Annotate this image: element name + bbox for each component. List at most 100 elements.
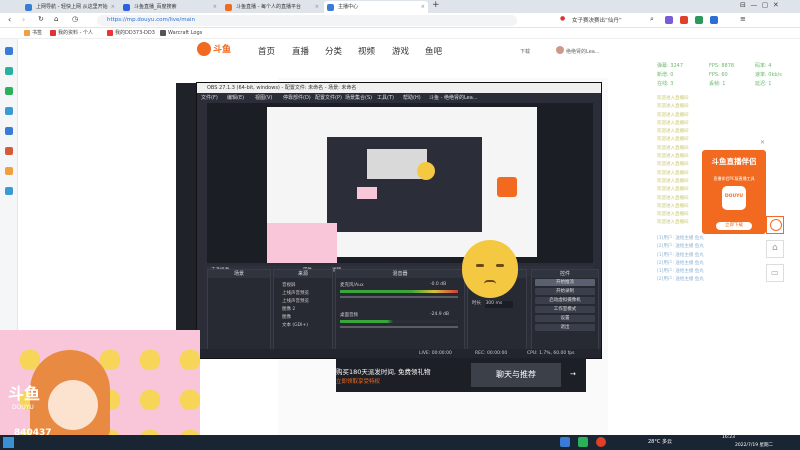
menu-docks[interactable]: 停靠部件(D)	[283, 93, 311, 103]
sidebar-icon[interactable]	[5, 87, 13, 95]
streamer-sticker: 斗鱼 DOUYU 840437	[0, 330, 200, 450]
tab-nav[interactable]: 上网导航 - 轻快上网 从这里开始 ×	[22, 1, 118, 13]
list-item: 欢迎进入直播间	[657, 96, 689, 101]
companion-promo[interactable]: 斗鱼直播伴侣 直播伴侣PC版直播工具 DOUYU 立即下载	[702, 150, 766, 234]
home-icon[interactable]: ⌂	[766, 240, 784, 258]
extension-icon[interactable]	[665, 16, 673, 24]
tab-studio[interactable]: 主播中心 ×	[324, 1, 428, 13]
sidebar-icon[interactable]	[5, 147, 13, 155]
volume-slider[interactable]	[340, 326, 458, 328]
volume-slider[interactable]	[340, 296, 458, 298]
tab-baidu[interactable]: 斗鱼直播_百度搜索 ×	[120, 1, 220, 13]
start-record-button[interactable]: 开始录制	[535, 288, 595, 295]
bookmark-item[interactable]: 书签	[24, 28, 42, 39]
menu-douyu[interactable]: 斗鱼 - 绝绝肾的Lea...	[429, 93, 478, 103]
sidebar-icon[interactable]	[5, 167, 13, 175]
close-icon[interactable]: ×	[111, 1, 115, 13]
address-bar[interactable]: https://mp.douyu.com/live/main	[97, 15, 517, 26]
clock-time[interactable]: 16:23	[722, 435, 735, 440]
extension-icon[interactable]	[680, 16, 688, 24]
nav-home[interactable]: 首页	[258, 45, 275, 57]
menu-file[interactable]: 文件(F)	[201, 93, 218, 103]
extension-icon[interactable]	[695, 16, 703, 24]
nav-video[interactable]: 视频	[358, 45, 375, 57]
new-tab-button[interactable]: +	[432, 0, 440, 10]
source-item[interactable]: 图像 2	[282, 306, 309, 314]
sidebar-icon[interactable]	[5, 47, 13, 55]
obs-preview[interactable]	[207, 103, 593, 263]
bookmark-item[interactable]: 我的资料 - 个人	[50, 28, 93, 39]
menu-view[interactable]: 视图(V)	[255, 93, 272, 103]
close-icon[interactable]: ✕	[760, 139, 765, 146]
back-icon[interactable]: ‹	[8, 15, 11, 24]
douyu-logo[interactable]: 斗鱼	[197, 40, 239, 58]
user-name[interactable]: 绝绝肾的Lea...	[566, 48, 600, 55]
taskbar-app-icon[interactable]	[578, 437, 588, 447]
source-item[interactable]: 音视屏	[282, 282, 309, 290]
play-button[interactable]	[766, 216, 784, 234]
close-icon[interactable]: ×	[213, 1, 217, 13]
forward-icon[interactable]: ›	[22, 15, 25, 24]
douyu-app-icon	[497, 177, 517, 197]
menu-edit[interactable]: 编辑(E)	[227, 93, 244, 103]
start-stream-button[interactable]: 开始推流	[535, 279, 595, 286]
menu-profile[interactable]: 配置文件(P)	[315, 93, 342, 103]
clock-date[interactable]: 2022/7/19 星期二	[735, 442, 773, 448]
chat-recommend-button[interactable]: 聊天与推荐	[471, 363, 561, 387]
source-item[interactable]: 图像	[282, 314, 309, 322]
download-button[interactable]: 立即下载	[716, 222, 752, 230]
sidebar-icon[interactable]	[5, 187, 13, 195]
close-icon[interactable]: ×	[421, 1, 425, 13]
search-input[interactable]: 女子赛决赛出“仙丹”	[572, 16, 622, 24]
exit-button[interactable]: 退出	[535, 324, 595, 331]
arrow-icon[interactable]: →	[570, 370, 576, 378]
menu-help[interactable]: 帮助(H)	[403, 93, 421, 103]
windows-start-icon[interactable]	[3, 437, 14, 448]
extension-icon[interactable]	[710, 16, 718, 24]
taskbar-app-icon[interactable]	[560, 437, 570, 447]
home-icon[interactable]: ⌂	[54, 15, 58, 23]
search-icon[interactable]: ⌕	[650, 15, 654, 24]
settings-button[interactable]: 设置	[535, 315, 595, 322]
globe-icon	[25, 4, 32, 11]
source-item[interactable]: 文本 (GDI+)	[282, 322, 309, 330]
search-engine-icon[interactable]: ●	[560, 15, 565, 22]
douyu-icon	[225, 4, 232, 11]
history-icon[interactable]: ◷	[72, 15, 78, 23]
studio-mode-button[interactable]: 工作室模式	[535, 306, 595, 313]
screen-icon[interactable]: ▭	[766, 264, 784, 282]
source-item[interactable]: 上线声音预览	[282, 298, 309, 306]
nav-fishbar[interactable]: 鱼吧	[425, 45, 442, 57]
tab-douyu[interactable]: 斗鱼直播 - 每个人的直播平台 ×	[222, 1, 322, 13]
emoji-image	[462, 240, 518, 298]
window-controls[interactable]: ⊟ — ▢ ✕	[740, 1, 779, 9]
weather[interactable]: 28°C 多云	[648, 438, 672, 445]
menu-icon[interactable]: ≡	[740, 15, 746, 23]
menu-scene-collection[interactable]: 场景集合(S)	[345, 93, 372, 103]
refresh-icon[interactable]: ↻	[38, 15, 44, 23]
menu-tools[interactable]: 工具(T)	[377, 93, 394, 103]
close-icon[interactable]: ×	[315, 1, 319, 13]
scenes-dock: 场景	[207, 269, 271, 351]
list-item: [1]用户: 送给主播 鱼丸	[657, 236, 704, 241]
bookmark-item[interactable]: Warcraft Logs	[160, 28, 202, 39]
sidebar-icon[interactable]	[5, 107, 13, 115]
sidebar-icon[interactable]	[5, 67, 13, 75]
paw-icon	[123, 4, 130, 11]
sidebar-icon[interactable]	[5, 127, 13, 135]
mixer-track: 麦克风/Aux -0.0 dB	[340, 282, 458, 298]
obs-icon[interactable]	[596, 437, 606, 447]
dark-sidebar	[176, 83, 198, 333]
sticker-brand: 斗鱼	[8, 384, 41, 403]
sources-dock: 来源 音视屏 上线声音预览 上线声音预览 图像 2 图像 文本 (GDI+)	[273, 269, 333, 351]
avatar[interactable]	[556, 46, 564, 54]
source-item[interactable]: 上线声音预览	[282, 290, 309, 298]
download-link[interactable]: 下载	[520, 48, 530, 55]
virtual-camera-button[interactable]: 启动虚拟摄像机	[535, 297, 595, 304]
nav-category[interactable]: 分类	[325, 45, 342, 57]
duration-input[interactable]: 300 ms	[485, 301, 514, 308]
nav-live[interactable]: 直播	[292, 45, 309, 57]
nav-games[interactable]: 游戏	[392, 45, 409, 57]
obs-window[interactable]: OBS 27.1.3 (64-bit, windows) - 配置文件: 未命名…	[196, 82, 602, 359]
bookmark-item[interactable]: 我的DD373-DD3	[107, 28, 155, 39]
